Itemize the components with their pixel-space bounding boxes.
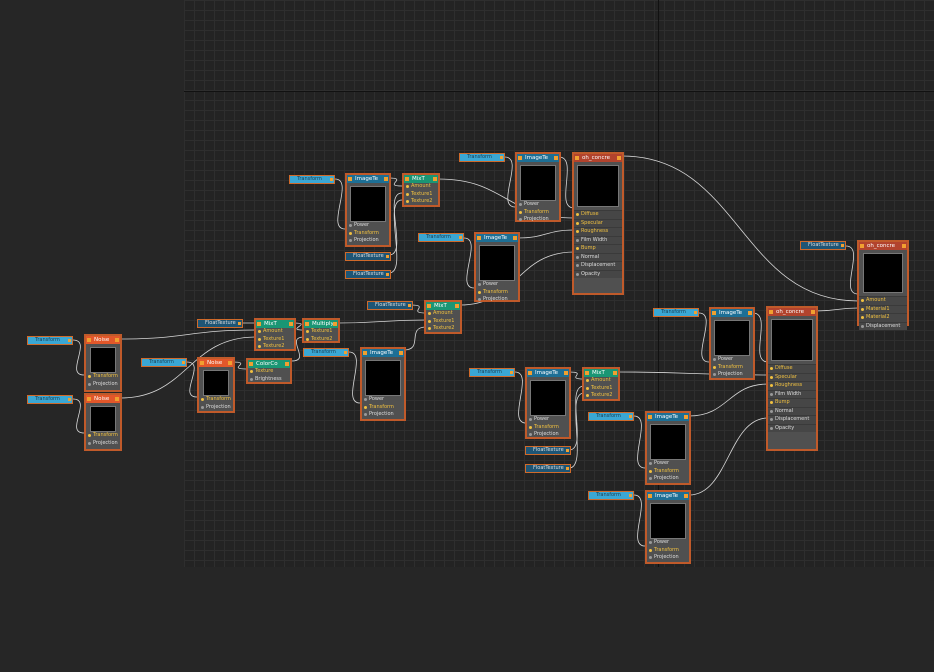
transform-chip[interactable]: Transform	[459, 153, 505, 162]
floattexture-chip[interactable]: FloatTexture	[525, 446, 571, 455]
connection-wire	[517, 229, 575, 239]
floattexture-chip[interactable]: FloatTexture	[197, 319, 243, 328]
connection-wire	[815, 307, 859, 312]
noise-node[interactable]: Noise Transform Projection	[84, 334, 122, 392]
texture-preview	[90, 347, 116, 373]
texture-preview	[479, 245, 515, 281]
color-correct-node[interactable]: ColorCo Texture Brightness	[246, 358, 292, 384]
transform-chip[interactable]: Transform	[27, 395, 73, 404]
connection-wire	[119, 336, 257, 399]
mix-texture-node[interactable]: MixT Amount Texture1 Texture2	[254, 318, 296, 351]
transform-chip[interactable]: Transform	[653, 308, 699, 317]
texture-preview	[530, 380, 566, 416]
material-preview	[771, 319, 813, 361]
connection-wire	[463, 237, 475, 289]
floattexture-chip[interactable]: FloatTexture	[367, 301, 413, 310]
texture-preview	[650, 424, 686, 460]
transform-chip[interactable]: Transform	[469, 368, 515, 377]
floattexture-chip[interactable]: FloatTexture	[525, 464, 571, 473]
transform-chip[interactable]: Transform	[588, 491, 634, 500]
image-texture-node[interactable]: ImageTe Power Transform Projection	[474, 232, 520, 302]
texture-preview	[350, 186, 386, 222]
transform-chip[interactable]: Transform	[141, 358, 187, 367]
mix-texture-node[interactable]: MixT Amount Texture1 Texture2	[402, 173, 440, 207]
transform-chip[interactable]: Transform	[418, 233, 464, 242]
connection-wire	[688, 417, 769, 496]
image-texture-node[interactable]: ImageTe Power Transform Projection	[709, 307, 755, 380]
material-preview	[863, 253, 903, 293]
connection-wire	[621, 155, 859, 302]
texture-preview	[714, 320, 750, 356]
floattexture-chip[interactable]: FloatTexture	[800, 241, 846, 250]
connection-wire	[337, 319, 427, 324]
transform-chip[interactable]: Transform	[289, 175, 335, 184]
connection-wire	[119, 329, 257, 340]
texture-preview	[650, 503, 686, 539]
image-texture-node[interactable]: ImageTe Power Transform Projection	[525, 367, 571, 439]
connection-wire	[72, 398, 85, 434]
connection-wire	[403, 326, 427, 351]
image-texture-node[interactable]: ImageTe Power Transform Projection	[645, 411, 691, 485]
noise-node[interactable]: Noise Transform Projection	[84, 393, 122, 451]
image-texture-node[interactable]: ImageTe Power Transform Projection	[645, 490, 691, 564]
image-texture-node[interactable]: ImageTe Power Transform Projection	[345, 173, 391, 247]
noise-node[interactable]: Noise Transform Projection	[197, 357, 235, 413]
connection-wire	[334, 178, 346, 230]
mix-texture-node[interactable]: MixT Amount Texture1 Texture2	[582, 367, 620, 401]
texture-preview	[90, 406, 116, 432]
connection-wire	[698, 312, 710, 363]
floattexture-chip[interactable]: FloatTexture	[345, 270, 391, 279]
material-preview	[577, 165, 619, 207]
mix-material-node[interactable]: oh_concre Amount Material1 Material2 Dis…	[857, 240, 909, 330]
texture-preview	[365, 360, 401, 396]
texture-preview	[520, 165, 556, 201]
connection-wire	[72, 339, 85, 376]
image-texture-node[interactable]: ImageTe Power Transform Projection	[360, 347, 406, 421]
mix-texture-node[interactable]: MixT Amount Texture1 Texture2	[424, 300, 462, 334]
connection-wire	[348, 351, 361, 404]
floattexture-chip[interactable]: FloatTexture	[345, 252, 391, 261]
transform-chip[interactable]: Transform	[27, 336, 73, 345]
material-node[interactable]: oh_concre Diffuse Specular Roughness Fil…	[766, 306, 818, 451]
texture-preview	[203, 370, 229, 396]
multiply-node[interactable]: Multiply Texture1 Texture2	[302, 318, 340, 343]
connection-wire	[633, 415, 646, 469]
material-node[interactable]: oh_concre Diffuse Specular Roughness Fil…	[572, 152, 624, 295]
connection-wire	[568, 392, 585, 469]
connection-wire	[688, 383, 769, 417]
transform-chip[interactable]: Transform	[588, 412, 634, 421]
image-texture-node[interactable]: ImageTe Power Transform Projection	[515, 152, 561, 222]
connection-wire	[504, 156, 516, 208]
transform-chip[interactable]: Transform	[303, 348, 349, 357]
connection-wire	[633, 494, 646, 547]
